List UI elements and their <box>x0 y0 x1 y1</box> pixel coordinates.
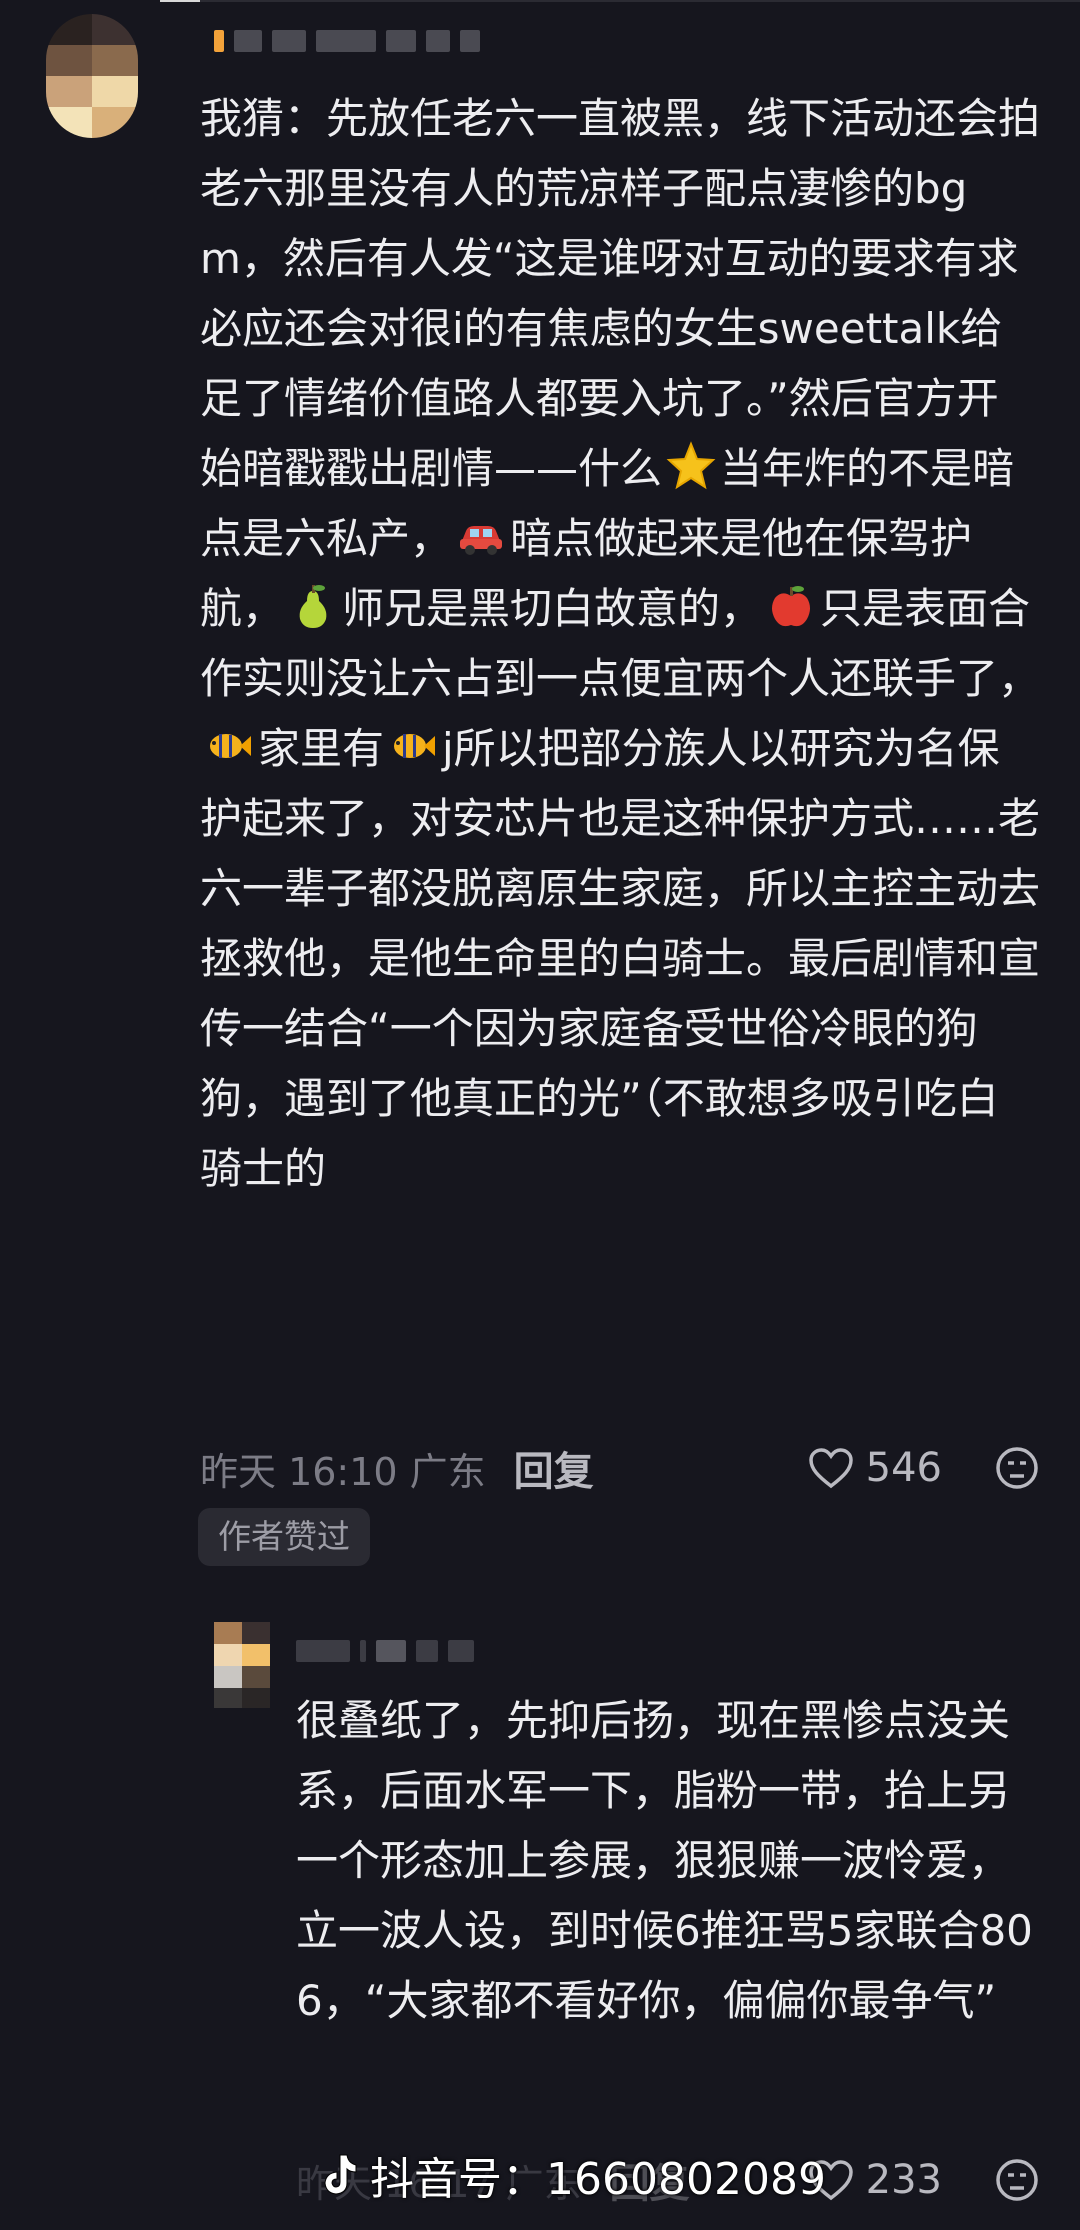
fish-emoji-icon <box>210 734 251 758</box>
reply-comment-text: 很叠纸了，先抑后扬，现在黑惨点没关系，后面水军一下，脂粉一带，抬上另一个形态加上… <box>296 1696 1047 2025</box>
main-comment-meta: 昨天 16:10 广东 回复 546 <box>200 1440 1040 1496</box>
apple-emoji-icon <box>772 586 811 627</box>
reply-comment-avatar[interactable] <box>214 1622 270 1708</box>
car-emoji-icon <box>460 526 503 555</box>
author-liked-badge: 作者赞过 <box>198 1508 370 1566</box>
watermark-text: 抖音号：1660802089 <box>370 2154 826 2205</box>
dislike-face-icon[interactable] <box>994 2157 1040 2203</box>
reply-like-count: 233 <box>865 2157 942 2203</box>
fish-emoji-icon <box>394 734 436 758</box>
main-comment-avatar[interactable] <box>46 14 138 138</box>
top-divider <box>160 0 1080 2</box>
like-count: 546 <box>865 1445 942 1491</box>
star-emoji-icon <box>666 441 716 490</box>
comment-timestamp: 昨天 16:10 广东 <box>200 1449 486 1494</box>
pear-emoji-icon <box>299 585 327 628</box>
reply-comment-username-blurred[interactable] <box>296 1640 474 1662</box>
dislike-face-icon[interactable] <box>994 1445 1040 1491</box>
reply-button[interactable]: 回复 <box>514 1439 594 1497</box>
douyin-watermark: 抖音号：1660802089 <box>318 2140 826 2210</box>
main-comment-username-blurred[interactable] <box>214 30 480 52</box>
douyin-logo-icon <box>324 2154 357 2195</box>
main-comment-text: 我猜：先放任老六一直被黑，线下活动还会拍老六那里没有人的荒凉样子配点凄惨的bgm… <box>200 94 1041 1193</box>
heart-like-icon[interactable] <box>808 1447 854 1489</box>
